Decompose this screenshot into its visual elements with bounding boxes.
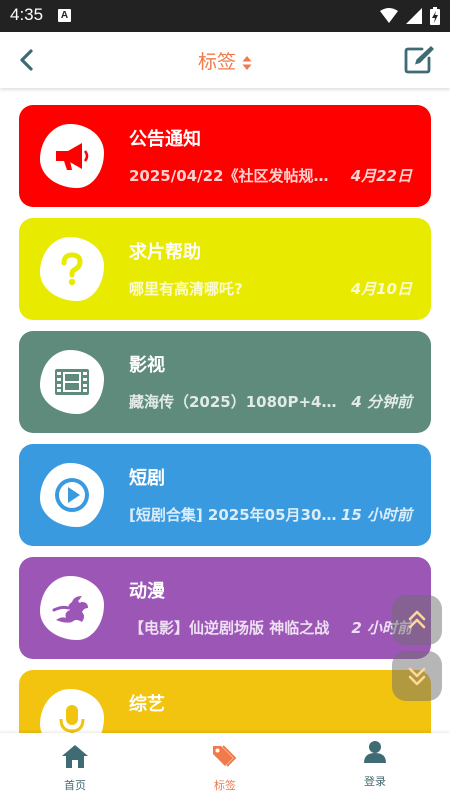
double-chevron-up-icon xyxy=(408,610,426,629)
film-icon xyxy=(55,369,89,395)
top-app-bar: 标签 xyxy=(0,32,450,88)
card-latest-post: 哪里有高清哪吒? xyxy=(129,280,243,298)
category-card-movies[interactable]: 影视 藏海传（2025）1080P+4K+国语中字 4 分钟前 xyxy=(19,331,431,433)
dragon-icon xyxy=(52,596,88,623)
category-card-anime[interactable]: 动漫 【电影】仙逆剧场版 神临之战 2 小时前 xyxy=(19,557,431,659)
page-title-text: 标签 xyxy=(197,51,236,73)
sort-icon xyxy=(242,55,252,70)
notification-icon: A xyxy=(58,9,71,22)
card-title: 短剧 xyxy=(129,468,165,489)
battery-icon xyxy=(430,7,440,25)
signal-icon xyxy=(406,8,422,24)
card-title: 公告通知 xyxy=(129,129,201,150)
status-time: 4:35 xyxy=(10,5,44,24)
category-card-variety[interactable]: 综艺 xyxy=(19,670,431,733)
card-latest-post: 【电影】仙逆剧场版 神临之战 xyxy=(129,619,330,637)
card-timestamp: 4月10日 xyxy=(350,280,412,298)
category-badge xyxy=(40,463,104,527)
card-title: 求片帮助 xyxy=(129,242,201,263)
category-card-short-drama[interactable]: 短剧 [短剧合集] 2025年05月30日更新 15 小时前 xyxy=(19,444,431,546)
card-timestamp: 4月22日 xyxy=(350,167,412,185)
status-bar: 4:35 A xyxy=(0,0,450,32)
card-timestamp: 15 小时前 xyxy=(340,506,412,524)
compose-button[interactable] xyxy=(404,44,436,74)
play-icon xyxy=(55,478,89,512)
card-latest-post: 藏海传（2025）1080P+4K+国语中字 xyxy=(129,393,339,411)
category-badge xyxy=(40,350,104,414)
megaphone-icon xyxy=(56,143,89,170)
scroll-to-top-button[interactable] xyxy=(392,595,442,645)
user-icon xyxy=(364,741,386,763)
nav-home[interactable]: 首页 xyxy=(0,733,150,801)
nav-home-label: 首页 xyxy=(64,779,86,792)
status-icons xyxy=(380,6,440,26)
category-card-announcements[interactable]: 公告通知 2025/04/22《社区发帖规范》 4月22日 xyxy=(19,105,431,207)
card-latest-post: 2025/04/22《社区发帖规范》 xyxy=(129,167,339,185)
card-timestamp: 4 分钟前 xyxy=(351,393,412,411)
microphone-icon xyxy=(59,705,85,733)
double-chevron-down-icon xyxy=(408,667,426,686)
category-badge xyxy=(40,576,104,640)
category-badge xyxy=(40,124,104,188)
card-title: 综艺 xyxy=(129,694,165,715)
category-badge xyxy=(40,689,104,733)
nav-login-label: 登录 xyxy=(364,775,386,788)
category-list[interactable]: 公告通知 2025/04/22《社区发帖规范》 4月22日 求片帮助 哪里有高清… xyxy=(0,88,450,733)
card-title: 影视 xyxy=(129,355,165,376)
home-icon xyxy=(62,745,88,768)
tag-icon xyxy=(213,745,237,767)
card-latest-post: [短剧合集] 2025年05月30日更新 xyxy=(129,506,339,524)
bottom-navigation: 首页 标签 登录 xyxy=(0,733,450,801)
page-title[interactable]: 标签 xyxy=(0,47,450,74)
card-title: 动漫 xyxy=(129,581,165,602)
nav-tags-label: 标签 xyxy=(214,779,236,792)
wifi-icon xyxy=(380,8,398,23)
category-badge xyxy=(40,237,104,301)
scroll-to-bottom-button[interactable] xyxy=(392,651,442,701)
question-icon xyxy=(61,252,83,286)
nav-tags[interactable]: 标签 xyxy=(150,733,300,801)
nav-login[interactable]: 登录 xyxy=(300,733,450,801)
category-card-requests[interactable]: 求片帮助 哪里有高清哪吒? 4月10日 xyxy=(19,218,431,320)
